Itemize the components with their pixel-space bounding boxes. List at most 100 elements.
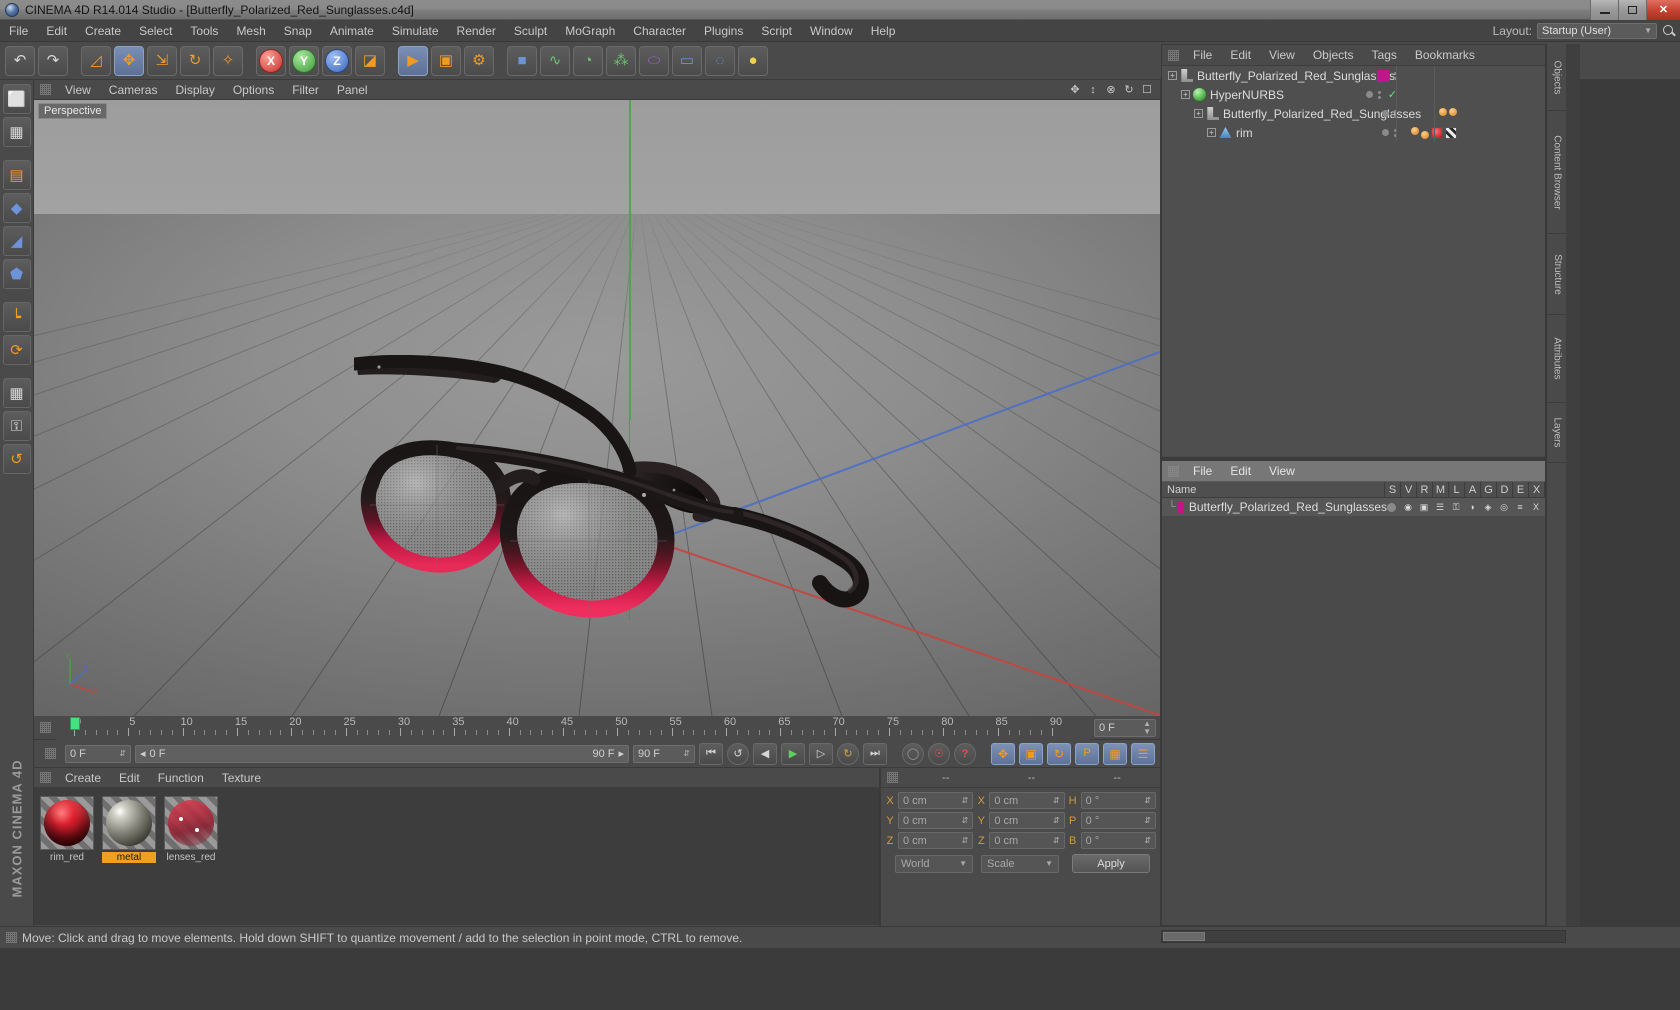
menu-item-window[interactable]: Window [801,20,862,42]
object-row[interactable]: + rim [1162,123,1545,142]
material-tag-row[interactable]: └ Butterfly_Polarized_Red_Sunglasses ◉ ▣ ☰ ⚿ ◑… [1162,498,1545,516]
maximize-button[interactable] [1618,0,1646,20]
material-tag-icons[interactable]: ◉ ▣ ☰ ⚿ ◑ ◈ ◎ ≡ X [1387,501,1545,514]
menu-item-help[interactable]: Help [862,20,905,42]
matpanel-menu-edit[interactable]: Edit [1221,461,1260,481]
light-button[interactable]: ● [738,46,768,76]
record-key-button[interactable]: ◯ [902,743,924,765]
panel-grip-icon[interactable] [40,84,51,95]
dope-sheet-button[interactable]: ☰ [1131,743,1155,765]
object-row[interactable]: + HyperNURBS ✓ [1162,85,1545,104]
column-header-d[interactable]: D [1497,482,1513,497]
rotation-key-button[interactable]: ↻ [1047,743,1071,765]
size-mode-select[interactable]: Scale ▼ [981,855,1059,873]
rotation-p-input[interactable]: 0 ° ⇵ [1081,812,1156,829]
axis-x-button[interactable]: X [256,46,286,76]
object-visibility-dots[interactable]: ✓ [1366,85,1397,104]
start-frame-field[interactable]: 0 F ⇵ [65,745,131,763]
current-frame-field[interactable]: 0 F ▲ ▼ [1094,719,1156,737]
menu-item-sculpt[interactable]: Sculpt [505,20,556,42]
column-header-r[interactable]: R [1417,482,1433,497]
column-header-m[interactable]: M [1433,482,1449,497]
dock-tab-layers[interactable]: Layers [1547,403,1567,463]
hierarchy-icon[interactable]: ☰ [1433,501,1447,514]
maximize-view-icon[interactable]: ☐ [1141,84,1153,96]
size-x-input[interactable]: 0 cm ⇵ [989,792,1064,809]
menu-item-render[interactable]: Render [448,20,505,42]
keyframe-help-button[interactable]: ? [954,743,976,765]
viewport-menu-filter[interactable]: Filter [283,80,328,100]
floor-environment-button[interactable]: ◌ [705,46,735,76]
redo-button[interactable]: ↷ [38,46,68,76]
material-swatch-list[interactable]: rim_red metal lenses_red [34,788,879,925]
visible-icon[interactable]: ◉ [1401,501,1415,514]
render-settings-button[interactable]: ⚙ [464,46,494,76]
matpanel-menu-view[interactable]: View [1260,461,1304,481]
loop-button[interactable]: ↻ [837,743,859,765]
uv-tag-icon[interactable] [1445,127,1457,139]
render-view-button[interactable]: ▶ [398,46,428,76]
axis-y-button[interactable]: Y [289,46,319,76]
editor-render-dots[interactable] [1378,91,1381,99]
live-select-button[interactable]: ◿ [81,46,111,76]
material-cell-lenses_red[interactable]: lenses_red [164,796,218,863]
menu-item-select[interactable]: Select [130,20,181,42]
material-name-lenses_red[interactable]: lenses_red [164,852,218,863]
panel-grip-icon[interactable] [40,722,51,733]
dolly-icon[interactable]: ↕ [1087,84,1099,96]
spinner-icon[interactable]: ⇵ [1144,837,1151,845]
coordinate-system-button[interactable]: ◪ [355,46,385,76]
right-vertical-scrollbar[interactable] [1566,44,1580,926]
panel-grip-icon[interactable] [45,748,56,759]
menu-item-edit[interactable]: Edit [37,20,76,42]
edge-mode-button[interactable]: ◢ [3,226,31,256]
menu-item-script[interactable]: Script [752,20,801,42]
model-mode-button[interactable]: ⬜ [3,84,31,114]
enable-snap-button[interactable]: ⟳ [3,335,31,365]
spinner-icon[interactable]: ⇵ [1053,837,1060,845]
tag-dot-icon[interactable] [1439,108,1447,116]
scale-tool-button[interactable]: ⇲ [147,46,177,76]
viewport-solo-button[interactable]: ▦ [3,378,31,408]
spinner-icon[interactable]: ▲ ▼ [1143,720,1151,736]
object-color-swatch[interactable] [1377,70,1389,82]
menu-item-plugins[interactable]: Plugins [695,20,752,42]
object-menu-tags[interactable]: Tags [1363,45,1406,65]
spinner-icon[interactable]: ⇵ [119,750,126,758]
animation-icon[interactable]: ◑ [1465,501,1479,514]
bottom-horizontal-scrollbar[interactable] [1161,930,1566,943]
object-menu-edit[interactable]: Edit [1221,45,1260,65]
texture-tag-icon[interactable] [1431,127,1443,139]
visibility-dot[interactable] [1366,91,1373,98]
viewport-menu-display[interactable]: Display [166,80,223,100]
nurbs-generator-button[interactable]: ◔ [573,46,603,76]
tag-dot-icon[interactable] [1421,131,1429,139]
viewport-3d[interactable]: Perspective Y X Z [34,100,1160,716]
material-tag-rows[interactable]: └ Butterfly_Polarized_Red_Sunglasses ◉ ▣ ☰ ⚿ ◑… [1162,498,1545,516]
array-modeling-button[interactable]: ⁂ [606,46,636,76]
pan-icon[interactable]: ✥ [1069,84,1081,96]
viewport-menu-view[interactable]: View [56,80,100,100]
object-mode-button[interactable]: ⬟ [3,259,31,289]
spinner-icon[interactable]: ⇵ [962,817,969,825]
material-menu-texture[interactable]: Texture [213,768,270,788]
spinner-icon[interactable]: ⇵ [683,750,690,758]
material-swatch-metal[interactable] [102,796,156,850]
panel-grip-icon[interactable] [1168,466,1179,477]
panel-grip-icon[interactable] [40,772,51,783]
object-menu-file[interactable]: File [1184,45,1221,65]
spinner-icon[interactable]: ⇵ [962,797,969,805]
zoom-icon[interactable]: ⊗ [1105,84,1117,96]
spinner-icon[interactable]: ⇵ [1144,797,1151,805]
point-mode-button[interactable]: ◆ [3,193,31,223]
camera-button[interactable]: ▭ [672,46,702,76]
viewport-menu-panel[interactable]: Panel [328,80,377,100]
panel-grip-icon[interactable] [1168,50,1179,61]
axis-z-button[interactable]: Z [322,46,352,76]
rotate-tool-button[interactable]: ↻ [180,46,210,76]
object-menu-bookmarks[interactable]: Bookmarks [1406,45,1484,65]
spinner-icon[interactable]: ⇵ [1053,797,1060,805]
object-menu-view[interactable]: View [1260,45,1304,65]
move-tool-button[interactable]: ✥ [114,46,144,76]
expander-icon[interactable]: + [1168,71,1177,80]
